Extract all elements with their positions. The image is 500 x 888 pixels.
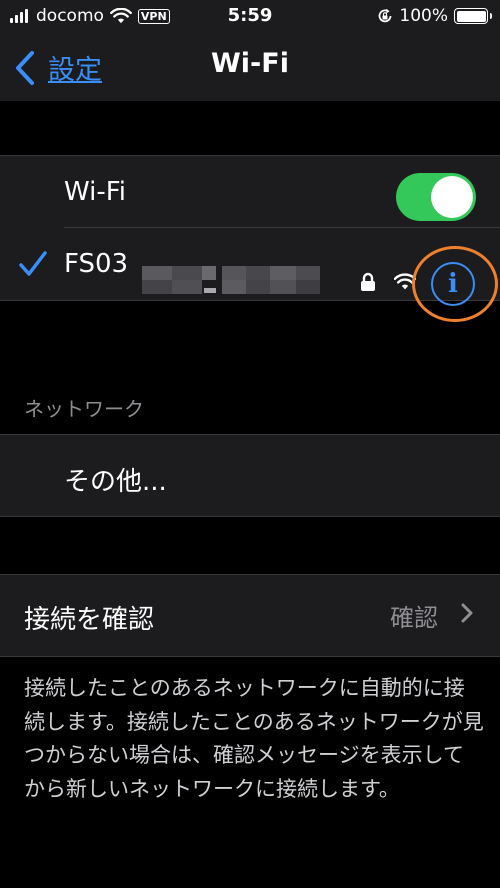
battery-icon bbox=[454, 8, 492, 24]
wifi-toggle[interactable] bbox=[396, 173, 476, 221]
page-title: Wi-Fi bbox=[211, 48, 289, 79]
other-network-row[interactable]: その他... bbox=[0, 435, 500, 516]
network-name: FS03 bbox=[64, 249, 129, 279]
info-icon[interactable]: i bbox=[431, 262, 475, 306]
other-network-group: その他... bbox=[0, 434, 500, 517]
checkmark-icon bbox=[19, 251, 47, 276]
wifi-label: Wi-Fi bbox=[64, 177, 127, 207]
rotation-lock-icon bbox=[379, 8, 392, 23]
ask-join-row[interactable]: 接続を確認 確認 bbox=[0, 575, 500, 656]
chevron-right-icon bbox=[461, 603, 473, 623]
section-header-networks: ネットワーク bbox=[24, 397, 144, 421]
ask-join-description: 接続したことのあるネットワークに自動的に接続します。接続したことのあるネットワー… bbox=[24, 676, 484, 801]
battery-percent: 100% bbox=[399, 6, 448, 26]
status-bar: docomo VPN 5:59 100% bbox=[0, 0, 500, 34]
lock-icon bbox=[361, 272, 375, 291]
redacted-ssid bbox=[142, 266, 320, 294]
wifi-toggle-row: Wi-Fi bbox=[0, 156, 500, 228]
ask-join-value: 確認 bbox=[390, 604, 438, 632]
nav-bar: 設定 Wi-Fi bbox=[0, 34, 500, 101]
other-network-label: その他... bbox=[64, 467, 167, 497]
status-right: 100% bbox=[377, 6, 492, 26]
ask-join-label: 接続を確認 bbox=[24, 605, 155, 635]
ask-join-group: 接続を確認 確認 bbox=[0, 574, 500, 657]
